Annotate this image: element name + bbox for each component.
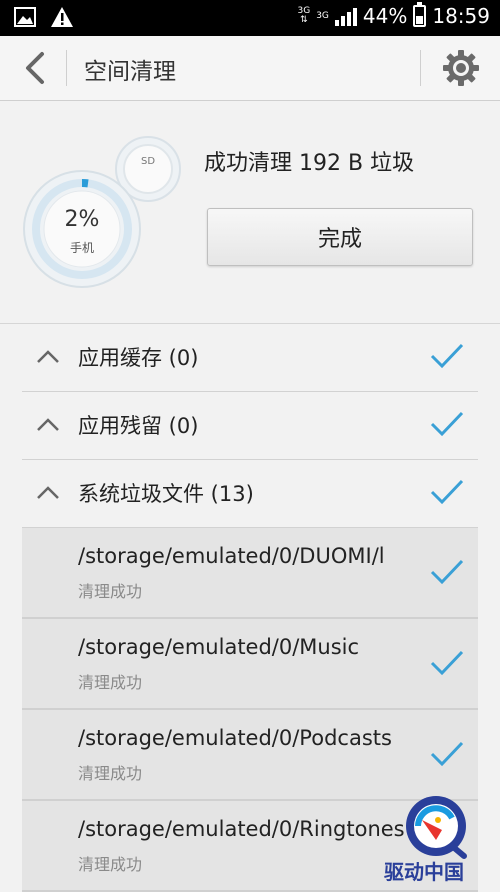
warning-notification-icon <box>51 7 73 27</box>
network-3g-indicator: 3G ⇅ <box>297 6 311 25</box>
cleanup-summary: SD 2% 手机 成功清理 192 B 垃圾 完成 <box>0 101 500 324</box>
file-status: 清理成功 <box>78 855 143 874</box>
gear-icon[interactable] <box>442 49 480 87</box>
battery-percent: 44% <box>362 4 408 28</box>
gallery-notification-icon <box>14 7 36 27</box>
file-path: /storage/emulated/0/Music <box>78 635 360 659</box>
done-button[interactable]: 完成 <box>207 208 473 266</box>
file-item[interactable]: /storage/emulated/0/DUOMI/l 清理成功 <box>22 528 478 619</box>
check-icon[interactable] <box>430 410 464 438</box>
watermark-text: 驱动中国 <box>384 860 464 884</box>
phone-label: 手机 <box>69 241 94 255</box>
sd-label: SD <box>140 156 156 167</box>
check-icon[interactable] <box>430 478 464 506</box>
file-path: /storage/emulated/0/Ringtones <box>78 817 405 841</box>
category-label: 应用残留 (0) <box>78 414 199 438</box>
chevron-up-icon <box>37 418 59 431</box>
file-status: 清理成功 <box>78 764 143 783</box>
file-status: 清理成功 <box>78 582 143 601</box>
app-bar: 空间清理 <box>0 36 500 101</box>
network-type-label-2: 3G <box>316 10 329 21</box>
status-bar: 3G ⇅ 3G 44% 18:59 <box>0 0 500 36</box>
file-status: 清理成功 <box>78 673 143 692</box>
network-3g-indicator-2: 3G <box>316 10 329 21</box>
category-app-cache[interactable]: 应用缓存 (0) <box>22 324 478 392</box>
app-bar-divider-right <box>420 50 421 86</box>
battery-icon <box>413 2 427 27</box>
chevron-up-icon <box>37 486 59 499</box>
file-path: /storage/emulated/0/Podcasts <box>78 726 392 750</box>
app-bar-divider-left <box>66 50 67 86</box>
back-arrow-icon[interactable] <box>18 50 54 86</box>
check-icon[interactable] <box>430 558 464 586</box>
page-title: 空间清理 <box>84 59 176 85</box>
check-icon[interactable] <box>430 740 464 768</box>
phone-usage-percent: 2% <box>64 207 100 232</box>
file-item[interactable]: /storage/emulated/0/Music 清理成功 <box>22 619 478 710</box>
check-icon[interactable] <box>430 342 464 370</box>
category-app-residue[interactable]: 应用残留 (0) <box>22 392 478 460</box>
file-path: /storage/emulated/0/DUOMI/l <box>78 544 385 568</box>
category-system-junk[interactable]: 系统垃圾文件 (13) <box>22 460 478 528</box>
category-label: 应用缓存 (0) <box>78 346 199 370</box>
check-icon[interactable] <box>430 649 464 677</box>
chevron-up-icon <box>37 350 59 363</box>
clock: 18:59 <box>432 4 490 28</box>
file-item[interactable]: /storage/emulated/0/Podcasts 清理成功 <box>22 710 478 801</box>
signal-strength-icon <box>334 6 357 26</box>
category-label: 系统垃圾文件 (13) <box>78 482 254 506</box>
cleanup-result-text: 成功清理 192 B 垃圾 <box>204 151 415 176</box>
